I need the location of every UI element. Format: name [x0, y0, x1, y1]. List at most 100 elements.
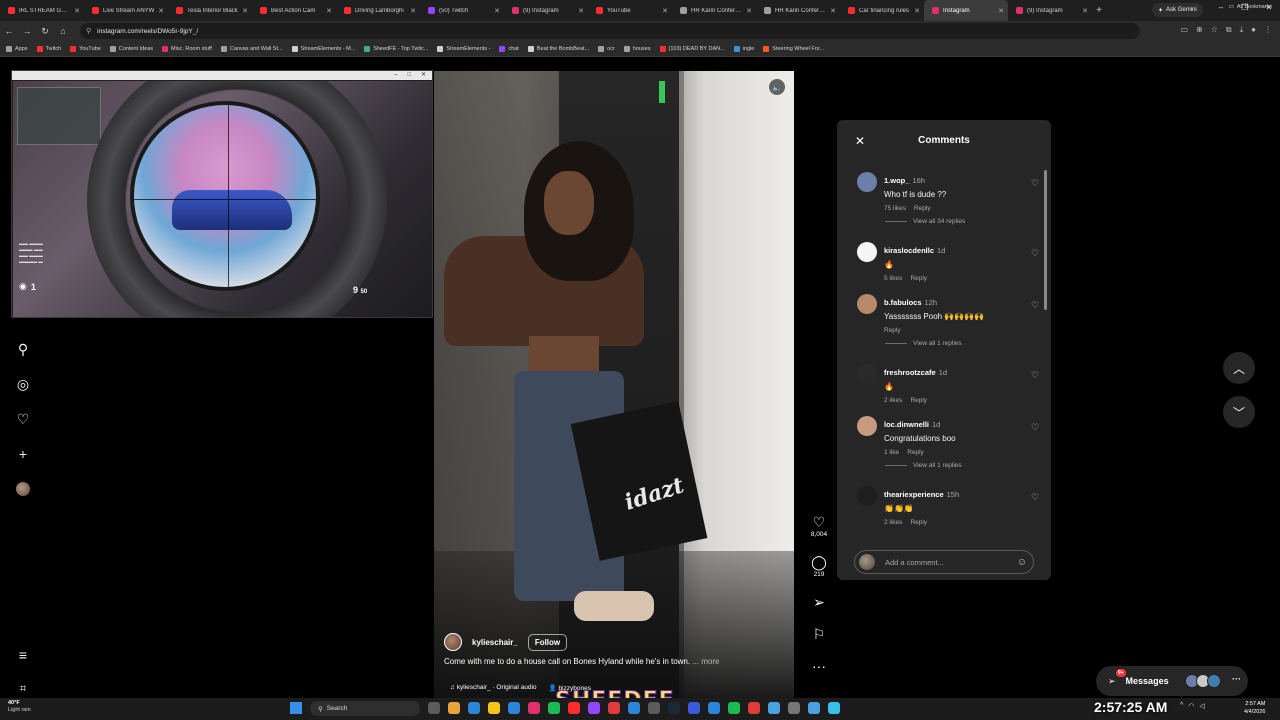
share-icon[interactable]: ➢ [806, 594, 832, 610]
reply-button[interactable]: Reply [910, 275, 927, 282]
bookmark-item[interactable]: Misc. Room stuff [162, 45, 212, 52]
comment-username[interactable]: kiraslocdenllc [884, 246, 934, 255]
comment-like-heart-icon[interactable]: ♡ [1031, 492, 1039, 503]
save-action[interactable]: ⚐ [806, 626, 832, 642]
bookmark-item[interactable]: Content Ideas [109, 45, 153, 52]
site-info-icon[interactable]: ⚲ [86, 27, 91, 35]
comments-scrollbar[interactable] [1044, 170, 1047, 310]
bookmark-item[interactable]: Canvas and Wall St... [220, 45, 283, 52]
profile-avatar[interactable] [12, 478, 34, 500]
emoji-icon[interactable]: ☺ [1017, 557, 1027, 568]
bookmark-item[interactable]: ingle [733, 45, 754, 52]
reply-button[interactable]: Reply [910, 397, 927, 404]
reply-button[interactable]: Reply [884, 327, 901, 334]
tab-close-icon[interactable]: ✕ [746, 7, 752, 15]
also-from-meta-icon[interactable]: ⌗ [12, 678, 34, 700]
weather-widget[interactable]: 40°F Light rain [8, 700, 31, 714]
comment-avatar[interactable] [857, 242, 877, 262]
comment-username[interactable]: theariexperience [884, 490, 944, 499]
bookmark-star-icon[interactable]: ☆ [1211, 25, 1218, 35]
comment-avatar[interactable] [857, 486, 877, 506]
browser-tab[interactable]: Tesla Interior Black ✕ [168, 0, 252, 21]
comment-action[interactable]: ◯ 219 [806, 554, 832, 578]
comment-username[interactable]: 1.wop_ [884, 176, 909, 185]
file-explorer-icon[interactable] [488, 702, 500, 714]
app-icon[interactable] [628, 702, 640, 714]
more-menu-icon[interactable]: ≡ [12, 644, 34, 666]
bookmark-item[interactable]: YouTube [70, 45, 101, 52]
comment-like-heart-icon[interactable]: ♡ [1031, 422, 1039, 433]
messages-button[interactable]: ➢ 9+ Messages ··· [1096, 666, 1248, 696]
explore-icon[interactable]: ◎ [12, 373, 34, 395]
comment-like-heart-icon[interactable]: ♡ [1031, 248, 1039, 259]
browser-tab[interactable]: Driving Lamborghi ✕ [336, 0, 420, 21]
all-bookmarks[interactable]: ▭ All Bookmarks [1229, 4, 1272, 10]
follow-button[interactable]: Follow [527, 633, 568, 651]
chrome-icon[interactable] [448, 702, 460, 714]
more-dots-icon[interactable]: ··· [1232, 674, 1241, 684]
game-overlay-window[interactable]: – □ ✕ ▬▬ ▬▬▬ ▬▬▬ ▬▬ ▬▬ ▬▬▬ ▬▬▬▬ ▬ ◉ 1 9 50 [11, 70, 433, 318]
previous-reel-button[interactable]: ︿ [1223, 352, 1255, 384]
share-action[interactable]: ➢ [806, 594, 832, 610]
bookmark-item[interactable]: StreamElements - M... [291, 45, 355, 52]
bookmark-item[interactable]: chat [499, 45, 519, 52]
comment-username[interactable]: loc.dinwnelli [884, 420, 929, 429]
tab-close-icon[interactable]: ✕ [158, 7, 164, 15]
address-bar[interactable]: ⚲ instagram.com/reels/DWo5r-9jpY_/ [80, 23, 1140, 39]
browser-tab[interactable]: Best Action Cam ✕ [252, 0, 336, 21]
minimize-icon[interactable]: – [1216, 3, 1226, 12]
comments-list[interactable]: 1.wop_ 16h Who tf is dude ?? 75 likes Reply ♡… [837, 166, 1051, 536]
overlay-maximize-icon[interactable]: □ [407, 71, 411, 80]
back-icon[interactable]: ← [0, 26, 18, 36]
audio-toggle-icon[interactable]: 🔈 [769, 79, 785, 95]
reel-video[interactable]: idazt 🔈 kylieschair_ Follow Come with me… [434, 71, 794, 698]
bookmark-item[interactable]: SheedFE - Top Twitc... [364, 45, 428, 52]
app-icon[interactable] [768, 702, 780, 714]
view-replies-link[interactable]: View all 34 replies [885, 218, 965, 225]
app-icon[interactable] [688, 702, 700, 714]
bookmark-item[interactable]: Beat the BombBeat... [527, 45, 589, 52]
app-icon[interactable] [828, 702, 840, 714]
bookmark-item[interactable]: Twitch [36, 45, 61, 52]
comment-username[interactable]: b.fabulocs [884, 298, 922, 307]
profile-icon[interactable]: ● [1251, 25, 1256, 35]
heart-icon[interactable]: ♡ [806, 514, 832, 530]
tab-close-icon[interactable]: ✕ [1082, 7, 1088, 15]
download-icon[interactable]: ⤓ [1240, 25, 1244, 35]
edge-icon[interactable] [468, 702, 480, 714]
new-tab-icon[interactable]: + [1092, 5, 1106, 16]
bookmark-item[interactable]: StreamElements - [437, 45, 490, 52]
app-icon[interactable] [608, 702, 620, 714]
app-icon[interactable] [748, 702, 760, 714]
system-clock[interactable]: 2:57 AM 4/4/2026 [1244, 700, 1265, 716]
view-replies-link[interactable]: View all 1 replies [885, 462, 962, 469]
overlay-minimize-icon[interactable]: – [394, 71, 397, 80]
reply-button[interactable]: Reply [910, 519, 927, 526]
app-icon[interactable] [508, 702, 520, 714]
comment-icon[interactable]: ◯ [806, 554, 832, 570]
instagram-icon[interactable] [528, 702, 540, 714]
tab-close-icon[interactable]: ✕ [830, 7, 836, 15]
original-audio-link[interactable]: ♫ kylieschair_ · Original audio [450, 684, 537, 692]
tab-close-icon[interactable]: ✕ [242, 7, 248, 15]
tab-close-icon[interactable]: ✕ [326, 7, 332, 15]
app-icon[interactable] [548, 702, 560, 714]
app-icon[interactable] [568, 702, 580, 714]
add-comment-field[interactable]: Add a comment... ☺ [854, 550, 1034, 574]
notifications-heart-icon[interactable]: ♡ [12, 408, 34, 430]
bookmark-item[interactable]: houses [623, 45, 651, 52]
tab-close-icon[interactable]: ✕ [494, 7, 500, 15]
tab-close-icon[interactable]: ✕ [914, 7, 920, 15]
reload-icon[interactable]: ↻ [36, 26, 54, 37]
bookmark-item[interactable]: ocr [598, 45, 615, 52]
app-icon[interactable] [808, 702, 820, 714]
reply-button[interactable]: Reply [907, 449, 924, 456]
browser-tab[interactable]: IRL STREAM GO P ✕ [0, 0, 84, 21]
app-icon[interactable] [788, 702, 800, 714]
add-comment-placeholder[interactable]: Add a comment... [885, 558, 1017, 567]
comment-like-heart-icon[interactable]: ♡ [1031, 178, 1039, 189]
search-icon[interactable]: ⚲ [12, 338, 34, 360]
like-action[interactable]: ♡ 8,004 [806, 514, 832, 538]
forward-icon[interactable]: → [18, 26, 36, 36]
create-plus-icon[interactable]: + [12, 443, 34, 465]
